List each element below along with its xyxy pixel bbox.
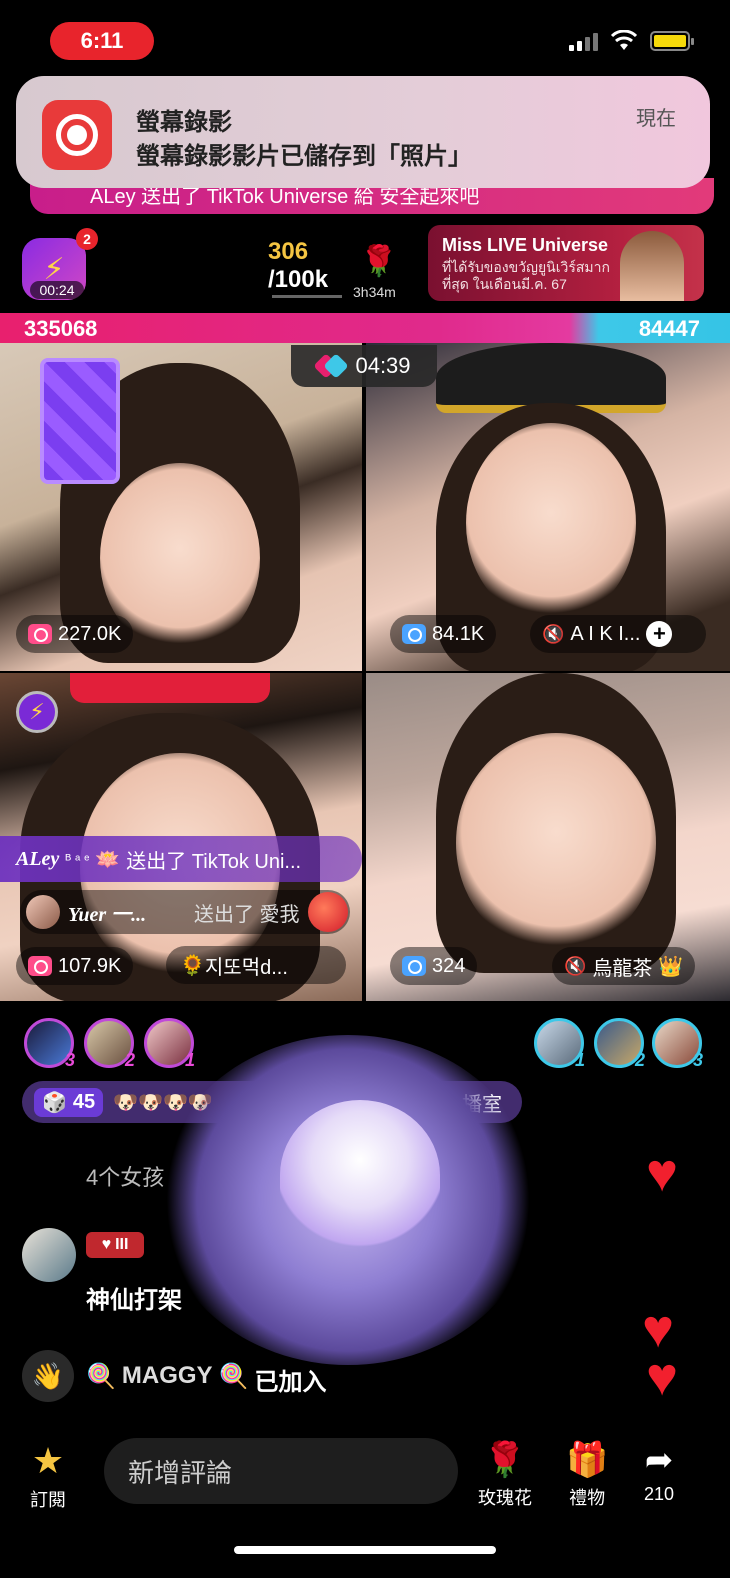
gift-message-1: ALey ᴮ ᵃ ᵉ 🪷 送出了 TikTok Uni... — [0, 836, 362, 882]
streamer-face — [456, 733, 656, 953]
banner-portrait — [620, 231, 684, 301]
camera-icon — [402, 956, 426, 976]
mystery-card-icon[interactable] — [40, 358, 120, 484]
rose-icon[interactable]: 🌹 — [360, 244, 397, 279]
rocket-icon — [280, 1100, 440, 1250]
dice-icon: 🎲 — [42, 1091, 67, 1114]
viewer-count-2[interactable]: 84.1K — [390, 615, 497, 653]
viewer-count-4[interactable]: 324 — [390, 947, 478, 985]
streamer-name-4[interactable]: 🔇 烏龍茶 👑 — [552, 947, 696, 985]
mute-icon: 🔇 — [564, 955, 587, 976]
crown-icon: 👑 — [658, 955, 684, 978]
top-gifter-avatar-right-1[interactable]: 1 — [534, 1018, 585, 1070]
gift-icon: 🎁 — [566, 1441, 609, 1479]
video-tile-2[interactable]: 84.1K 🔇 A I K I... + — [366, 343, 730, 671]
share-arrow-icon: ➦ — [644, 1441, 674, 1479]
banner-title: Miss LIVE Universe — [442, 235, 609, 255]
lollipop-icon: 🍭 — [218, 1363, 249, 1390]
miss-live-universe-banner[interactable]: Miss LIVE Universe ที่ได้รับของขวัญยูนิเ… — [428, 225, 704, 301]
camera-icon — [28, 956, 52, 976]
star-icon: ★ — [31, 1440, 65, 1481]
camera-icon — [402, 624, 426, 644]
chat-message-faded: 4个女孩 — [86, 1165, 165, 1190]
notification-time: 現在 — [636, 108, 676, 130]
goal-total: /100k — [268, 266, 329, 293]
mute-icon: 🔇 — [542, 623, 565, 644]
avatar — [26, 895, 60, 929]
home-indicator[interactable] — [234, 1546, 496, 1554]
battery-icon — [650, 31, 694, 51]
battle-progress-bar — [0, 313, 730, 343]
flower-icon: 🌻 — [180, 954, 205, 977]
goal-current: 306 — [268, 238, 309, 265]
heart-icon: ♥ — [646, 1143, 679, 1203]
signal-icon — [569, 31, 598, 51]
comment-input[interactable]: 新增評論 — [104, 1438, 458, 1504]
lollipop-icon: 🍭 — [86, 1363, 116, 1390]
lightning-icon[interactable]: ⚡ — [16, 691, 58, 733]
screen-record-icon — [42, 100, 112, 170]
streamer-name-3[interactable]: 🌻 지또먹d... — [166, 946, 346, 984]
wifi-icon — [610, 30, 638, 50]
heart-icon: ♥ — [646, 1347, 679, 1407]
top-gifter-avatar-1[interactable]: 3 — [24, 1018, 75, 1070]
gift-button[interactable]: 🎁 禮物 — [566, 1440, 608, 1510]
user-level-badge: ♥ III — [86, 1232, 144, 1258]
goal-progress-bar — [272, 295, 342, 298]
red-decoration — [70, 673, 270, 703]
streamer-name-2[interactable]: 🔇 A I K I... + — [530, 615, 706, 653]
viewer-count-1[interactable]: 227.0K — [16, 615, 134, 653]
gem-badge: 🎲 45 — [34, 1087, 104, 1117]
gift-message-2: Yuer 一... 送出了 愛我 — [20, 890, 350, 934]
share-button[interactable]: ➦ 210 — [644, 1440, 674, 1505]
chat-user-avatar[interactable] — [22, 1228, 76, 1282]
top-gifter-avatar-3[interactable]: 1 — [144, 1018, 195, 1070]
battle-score-right: 84447 — [638, 316, 700, 341]
bolt-timer: 00:24 — [30, 281, 84, 299]
heart-icon: ♥ — [101, 1236, 112, 1253]
rose-icon: 🌹 — [483, 1441, 527, 1479]
battle-timer: 04:39 — [291, 345, 437, 387]
join-message: 🍭 MAGGY 🍭 已加入 — [86, 1362, 327, 1396]
battle-score-left: 335068 — [24, 316, 98, 341]
versus-icon — [313, 353, 350, 379]
screen-recording-notification[interactable]: 螢幕錄影 螢幕錄影影片已儲存到「照片」 現在 — [16, 76, 710, 188]
viewer-count-3[interactable]: 107.9K — [16, 947, 134, 985]
notification-body: 螢幕錄影影片已儲存到「照片」 — [136, 143, 472, 170]
top-gifter-avatar-2[interactable]: 2 — [84, 1018, 135, 1070]
rose-timer: 3h34m — [353, 284, 396, 300]
wave-icon[interactable]: 👋 — [22, 1350, 74, 1402]
video-tile-4[interactable]: 324 🔇 烏龍茶 👑 — [366, 673, 730, 1001]
streamer-face — [466, 423, 636, 623]
lotus-icon: 🪷 — [95, 848, 121, 871]
badge-count: 2 — [76, 228, 98, 250]
top-gifter-avatar-right-2[interactable]: 2 — [594, 1018, 645, 1070]
gift-apple-icon — [307, 892, 348, 932]
chat-message: 神仙打架 — [86, 1287, 182, 1314]
subscribe-button[interactable]: ★ 訂閱 — [30, 1440, 66, 1512]
rose-button[interactable]: 🌹 玫瑰花 — [478, 1440, 532, 1510]
follow-plus-icon[interactable]: + — [646, 621, 673, 647]
status-time: 6:11 — [50, 22, 154, 60]
top-gifter-avatar-right-3[interactable]: 3 — [652, 1018, 703, 1070]
camera-icon — [28, 624, 52, 644]
notification-title: 螢幕錄影 — [136, 109, 232, 136]
status-icons — [569, 30, 694, 52]
banner-subtitle: ที่ได้รับของขวัญยูนิเวิร์สมากที่สุด ในเด… — [442, 259, 610, 292]
